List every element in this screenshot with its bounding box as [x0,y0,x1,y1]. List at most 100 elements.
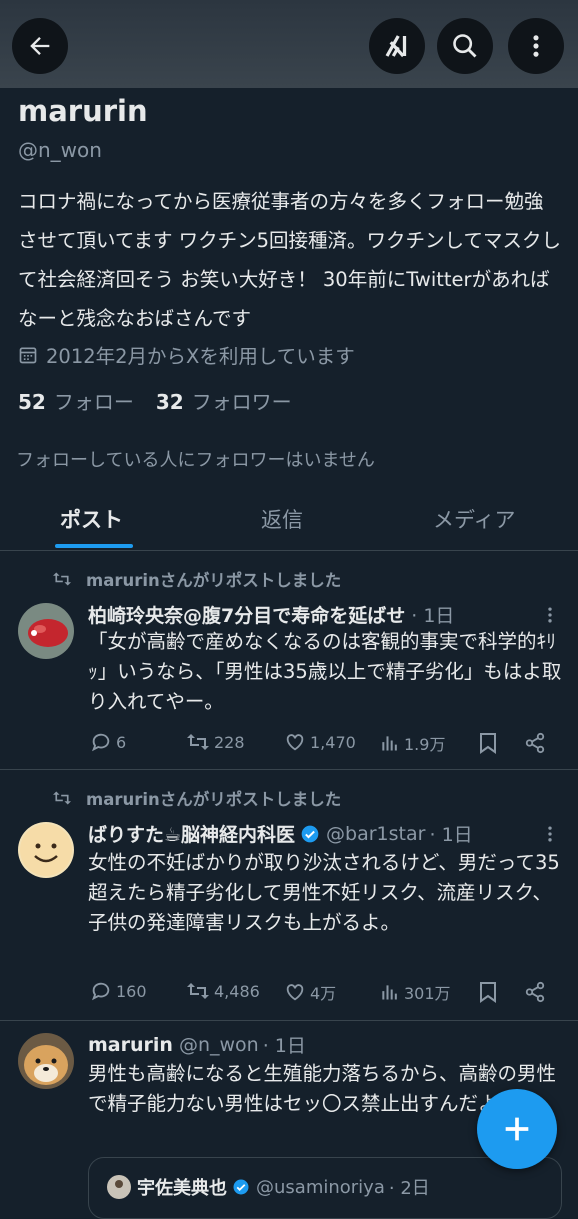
post-time-value: 1日 [274,1035,306,1057]
post-actions: 6 228 1,470 1.9万 [88,731,558,757]
views-button[interactable]: 301万 [380,980,451,1004]
following-link[interactable]: 52 フォロー [18,386,134,415]
reply-icon [91,982,110,1001]
repost-button[interactable]: 4,486 [186,980,260,1002]
more-options-button[interactable] [508,18,564,74]
repost-icon [187,734,209,750]
quoted-time-value: 2日 [400,1178,430,1199]
views-icon [382,736,397,751]
post-time-value: 1日 [441,824,473,846]
grok-icon [385,35,407,58]
following-label: フォロー [53,390,134,414]
top-bar [0,0,578,88]
like-count: 1,470 [310,732,356,752]
repost-icon [53,791,71,805]
reply-button[interactable]: 6 [90,731,126,753]
post-time-value: 1日 [423,605,455,627]
followers-count: 32 [155,390,184,414]
verified-badge-icon [233,1179,249,1195]
reply-icon [91,733,110,752]
post-more-icon[interactable] [540,824,560,844]
avatar-image [18,822,74,878]
mutual-followers-note: フォローしている人にフォロワーはいません [16,450,375,471]
repost-count: 4,486 [214,981,260,1001]
quoted-avatar [107,1175,131,1199]
post-header: marurin @n_won · 1日 [88,1031,306,1058]
avatar-image [18,603,74,659]
post-handle: @n_won [178,1033,259,1056]
view-count: 301万 [404,984,451,1003]
repost-count: 228 [214,732,245,752]
repost-icon [187,983,209,999]
verified-badge-icon [301,825,319,842]
share-icon[interactable] [524,981,546,1003]
plus-icon [505,1117,529,1141]
avatar-image [18,1033,74,1089]
bookmark-icon[interactable] [478,732,498,754]
quoted-handle: @usaminoriya [256,1176,385,1198]
followers-label: フォロワー [191,390,292,414]
post-header: ばりすた☕脳神経内科医 @bar1star · 1日 [88,820,473,847]
follow-counts: 52 フォロー 32 フォロワー [18,386,292,415]
post-more-icon[interactable] [540,605,560,625]
search-icon [453,34,477,58]
repost-indicator: marurinさんがリポストしました [52,567,341,591]
post-text: 女性の不妊ばかりが取り沙汰されるけど、男だって35超えたら精子劣化して男性不妊リ… [88,851,560,934]
profile-tabs: ポスト 返信 メディア [0,490,578,551]
views-button[interactable]: 1.9万 [380,731,445,755]
tab-posts[interactable]: ポスト [60,504,123,534]
reply-count: 160 [116,981,147,1001]
active-tab-indicator [55,544,133,548]
profile-bio: コロナ禍になってから医療従事者の方々を多くフォロー勉強させて頂いてます ワクチン… [18,190,561,330]
joined-text: 2012年2月からXを利用しています [46,345,355,368]
back-button[interactable] [12,18,68,74]
like-icon [286,984,304,1001]
reply-count: 6 [116,732,127,752]
tab-replies[interactable]: 返信 [261,504,303,534]
quoted-time: · 2日 [388,1178,430,1199]
views-icon [382,985,397,1000]
grok-button[interactable] [369,18,425,74]
repost-label: marurinさんがリポストしました [86,571,342,590]
quoted-display-name: 宇佐美典也 [137,1178,227,1199]
display-name[interactable]: 柏崎玲央奈@腹7分目で寿命を延ばせ [88,601,405,628]
followers-link[interactable]: 32 フォロワー [156,386,292,415]
quoted-post-header: 宇佐美典也 @usaminoriya · 2日 [107,1174,430,1200]
repost-icon [53,572,71,586]
following-count: 52 [18,390,46,414]
profile-handle: @n_won [18,138,102,162]
compose-button[interactable] [477,1089,557,1169]
search-button[interactable] [437,18,493,74]
more-vertical-icon [533,35,539,57]
post-text: 「女が高齢で産めなくなるのは客観的事実で科学的ｷﾘｯ」いうなら、「男性は35歳以… [88,630,562,713]
share-icon[interactable] [524,732,546,754]
timeline-post[interactable]: marurinさんがリポストしました ばりすた☕脳神経内科医 @bar1star… [0,770,578,1021]
display-name[interactable]: ばりすた☕脳神経内科医 [88,820,295,847]
repost-label: marurinさんがリポストしました [86,790,342,809]
post-time: · 1日 [411,605,455,627]
joined-date: 2012年2月からXを利用しています [18,340,355,369]
avatar[interactable] [18,822,74,878]
avatar[interactable] [18,603,74,659]
timeline-post[interactable]: marurinさんがリポストしました 柏崎玲央奈@腹7分目で寿命を延ばせ · 1… [0,551,578,770]
quoted-post[interactable]: 宇佐美典也 @usaminoriya · 2日 [88,1157,562,1219]
like-count: 4万 [310,984,337,1003]
profile-name: marurin [18,94,148,128]
calendar-icon [19,347,37,363]
repost-button[interactable]: 228 [186,731,245,753]
post-actions: 160 4,486 4万 301万 [88,980,558,1006]
like-button[interactable]: 4万 [284,980,336,1004]
post-time: · 1日 [262,1035,306,1057]
post-header: 柏崎玲央奈@腹7分目で寿命を延ばせ · 1日 [88,601,454,628]
reply-button[interactable]: 160 [90,980,147,1002]
post-handle: @bar1star [326,822,426,845]
view-count: 1.9万 [404,735,446,754]
like-button[interactable]: 1,470 [284,731,356,753]
repost-indicator: marurinさんがリポストしました [52,786,341,810]
like-icon [286,734,304,751]
avatar[interactable] [18,1033,74,1089]
display-name[interactable]: marurin [88,1034,173,1056]
tab-media[interactable]: メディア [433,504,516,534]
bookmark-icon[interactable] [478,981,498,1003]
back-arrow-icon [30,37,50,55]
